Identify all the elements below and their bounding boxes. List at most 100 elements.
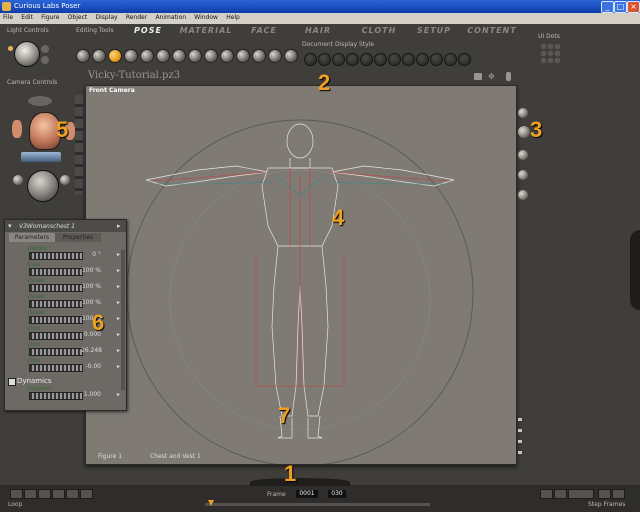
camera-trackball[interactable] — [27, 170, 59, 202]
camera-roll-button[interactable] — [60, 175, 70, 185]
param-row[interactable]: zTran -0.00 ▸ — [9, 358, 122, 373]
param-menu-arrow-icon[interactable]: ▸ — [117, 363, 120, 370]
go-to-start-button[interactable] — [10, 489, 23, 499]
param-value[interactable]: 26.248 — [81, 347, 102, 354]
display-silhouette-button[interactable] — [304, 53, 317, 66]
param-dial[interactable] — [29, 268, 83, 276]
current-frame-field[interactable]: 0001 — [296, 490, 318, 498]
menu-figure[interactable]: Figure — [41, 14, 59, 21]
delete-keyframe-button[interactable] — [612, 489, 625, 499]
param-dial[interactable] — [29, 300, 83, 308]
menu-display[interactable]: Display — [95, 14, 117, 21]
camera-side-buttons[interactable] — [75, 95, 83, 195]
param-row[interactable]: zScale 100 % ▸ — [9, 310, 122, 325]
param-row[interactable]: Dynamics 1.000 ▸ — [9, 386, 122, 401]
param-menu-arrow-icon[interactable]: ▸ — [117, 299, 120, 306]
scale-tool-icon[interactable] — [140, 49, 154, 63]
twist-tool-icon[interactable] — [92, 49, 106, 63]
param-row[interactable]: yScale 100 % ▸ — [9, 294, 122, 309]
right-panel-button-3[interactable] — [518, 150, 528, 160]
play-button[interactable] — [52, 489, 65, 499]
translate-tool-icon[interactable] — [108, 49, 122, 63]
panel-menu-icon[interactable]: ▸ — [117, 222, 121, 230]
display-lit-wireframe-button[interactable] — [360, 53, 373, 66]
camera-left-hand-icon[interactable] — [12, 120, 22, 138]
stop-button[interactable] — [38, 489, 51, 499]
animation-drawer-handle[interactable] — [250, 478, 350, 486]
figure-select[interactable]: Figure 1 — [98, 453, 122, 460]
param-value[interactable]: 0 ° — [81, 251, 101, 258]
param-dial[interactable] — [29, 364, 83, 372]
previous-frame-button[interactable] — [540, 489, 553, 499]
view-magnifier-tool-icon[interactable] — [220, 49, 234, 63]
param-menu-arrow-icon[interactable]: ▸ — [117, 331, 120, 338]
param-row[interactable]: xScale 100 % ▸ — [9, 278, 122, 293]
display-cartoon-button[interactable] — [402, 53, 415, 66]
panel-collapse-icon[interactable]: ▾ — [8, 222, 12, 230]
param-value[interactable]: 1.000 — [81, 391, 101, 398]
timeline-slider[interactable] — [205, 503, 430, 506]
move-document-icon[interactable]: ✥ — [488, 73, 500, 81]
display-cartoon-line-button[interactable] — [416, 53, 429, 66]
actor-select[interactable]: Chest and Vest 1 — [150, 453, 201, 460]
display-flat-lined-button[interactable] — [388, 53, 401, 66]
tab-content[interactable]: CONTENT — [464, 26, 520, 37]
close-button[interactable]: × — [627, 1, 640, 13]
menu-animation[interactable]: Animation — [155, 14, 186, 21]
light-indicator[interactable] — [8, 46, 13, 51]
taper-tool-icon[interactable] — [156, 49, 170, 63]
param-dial[interactable] — [29, 348, 83, 356]
param-row[interactable]: yTran 26.248 ▸ — [9, 342, 122, 357]
next-frame-button[interactable] — [554, 489, 567, 499]
camera-eye-icon[interactable] — [28, 96, 52, 106]
right-panel-button-1[interactable] — [518, 108, 528, 118]
param-menu-arrow-icon[interactable]: ▸ — [117, 251, 120, 258]
tab-material[interactable]: MATERIAL — [178, 26, 234, 37]
resize-document-icon[interactable] — [506, 72, 511, 81]
total-frames-field[interactable]: 030 — [328, 490, 346, 498]
light-sphere[interactable] — [14, 41, 40, 67]
direct-manipulation-tool-icon[interactable] — [252, 49, 266, 63]
param-menu-arrow-icon[interactable]: ▸ — [117, 283, 120, 290]
light-properties-button[interactable] — [41, 45, 49, 53]
param-dial[interactable] — [29, 332, 83, 340]
display-smooth-shaded-button[interactable] — [430, 53, 443, 66]
tab-pose[interactable]: POSE — [128, 26, 168, 37]
param-row[interactable]: Scale 100 % ▸ — [9, 262, 122, 277]
maximize-button[interactable]: □ — [614, 1, 627, 13]
menu-object[interactable]: Object — [68, 14, 88, 21]
right-panel-button-5[interactable] — [518, 190, 528, 200]
param-row[interactable]: xRotate 0 ° ▸ — [9, 246, 122, 261]
add-keyframe-button[interactable] — [568, 489, 594, 499]
menu-file[interactable]: File — [3, 14, 13, 21]
param-value[interactable]: 100 % — [81, 299, 101, 306]
viewport-side-dots[interactable] — [518, 418, 522, 458]
camera-move-xz-icon[interactable] — [21, 152, 61, 162]
menu-render[interactable]: Render — [126, 14, 147, 21]
figure-wireframe[interactable] — [86, 86, 516, 464]
param-dial[interactable] — [29, 392, 83, 400]
param-menu-arrow-icon[interactable]: ▸ — [117, 347, 120, 354]
right-panel-button-4[interactable] — [518, 170, 528, 180]
tab-parameters[interactable]: Parameters — [9, 233, 55, 242]
rotate-tool-icon[interactable] — [76, 49, 90, 63]
next-keyframe-button[interactable] — [66, 489, 79, 499]
param-value[interactable]: 100 % — [81, 267, 101, 274]
dynamics-checkbox[interactable] — [8, 378, 16, 386]
display-smooth-lined-button[interactable] — [444, 53, 457, 66]
display-hidden-line-button[interactable] — [346, 53, 359, 66]
light-add-button[interactable] — [41, 56, 49, 64]
edit-keyframes-button[interactable] — [598, 489, 611, 499]
param-dial[interactable] — [29, 284, 83, 292]
go-to-end-button[interactable] — [80, 489, 93, 499]
ui-dots-grid[interactable] — [540, 43, 562, 65]
cloth-tool-icon[interactable] — [284, 49, 298, 63]
grouping-tool-icon[interactable] — [204, 49, 218, 63]
color-tool-icon[interactable] — [188, 49, 202, 63]
param-menu-arrow-icon[interactable]: ▸ — [117, 267, 120, 274]
timeline-scrubber[interactable] — [208, 500, 214, 506]
display-wireframe-button[interactable] — [332, 53, 345, 66]
morphing-tool-icon[interactable] — [236, 49, 250, 63]
param-dial[interactable] — [29, 316, 83, 324]
param-menu-arrow-icon[interactable]: ▸ — [117, 391, 120, 398]
